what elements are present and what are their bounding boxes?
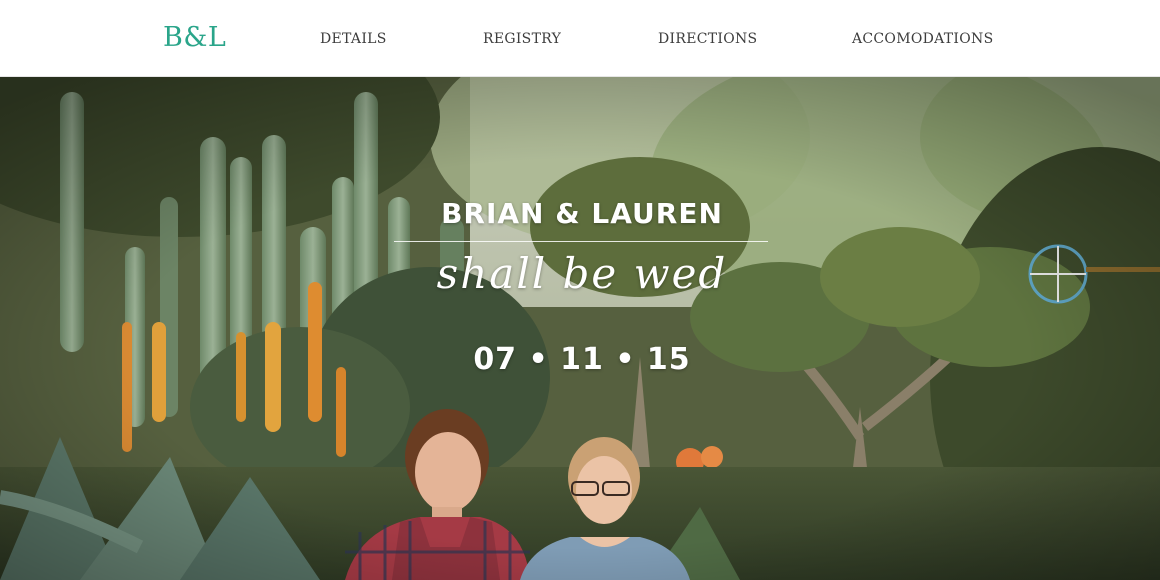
nav-details-link[interactable]: DETAILS xyxy=(320,30,387,48)
wedding-date: 07 • 11 • 15 xyxy=(473,342,691,377)
nav-registry-link[interactable]: REGISTRY xyxy=(483,30,561,48)
hero-banner: BRIAN & LAUREN shall be wed 07 • 11 • 15 xyxy=(0,77,1160,580)
nav-accomodations-link[interactable]: ACCOMODATIONS xyxy=(852,30,993,48)
couple-names: BRIAN & LAUREN xyxy=(441,197,723,230)
nav-directions-link[interactable]: DIRECTIONS xyxy=(658,30,757,48)
tagline-script: shall be wed xyxy=(436,249,728,298)
site-logo[interactable]: B&L xyxy=(163,22,226,54)
hero-photo xyxy=(0,77,1160,580)
title-divider xyxy=(394,241,768,242)
site-header: B&L DETAILS REGISTRY DIRECTIONS ACCOMODA… xyxy=(0,0,1160,77)
